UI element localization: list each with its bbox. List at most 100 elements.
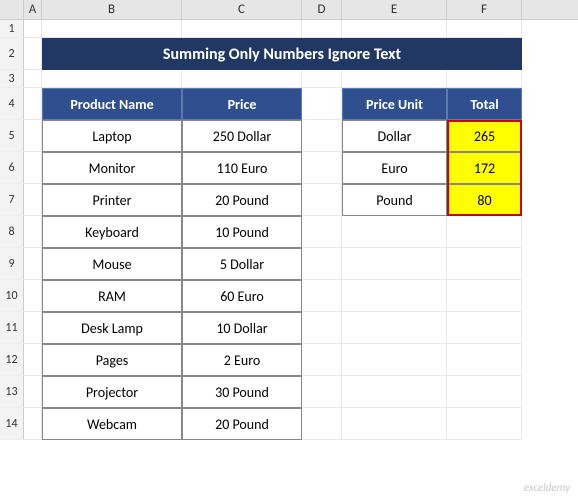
cell[interactable]: [302, 120, 342, 152]
cell[interactable]: [447, 248, 522, 280]
table-cell[interactable]: RAM: [42, 280, 182, 312]
col-header-C[interactable]: C: [182, 0, 302, 19]
table2-header-unit[interactable]: Price Unit: [342, 88, 447, 120]
cell[interactable]: [447, 70, 522, 88]
col-header-B[interactable]: B: [42, 0, 182, 19]
cell[interactable]: [302, 280, 342, 312]
cell[interactable]: [302, 184, 342, 216]
row-header-8[interactable]: 8: [0, 216, 24, 248]
total-cell[interactable]: 265: [447, 120, 522, 152]
col-header-E[interactable]: E: [342, 0, 447, 19]
cell[interactable]: [42, 70, 182, 88]
table-cell[interactable]: 2 Euro: [182, 344, 302, 376]
cell[interactable]: [42, 20, 182, 38]
cell[interactable]: [342, 344, 447, 376]
cell[interactable]: [342, 376, 447, 408]
row-header-1[interactable]: 1: [0, 20, 24, 38]
row-header-5[interactable]: 5: [0, 120, 24, 152]
cell[interactable]: [447, 408, 522, 440]
cell[interactable]: [24, 120, 42, 152]
row-header-9[interactable]: 9: [0, 248, 24, 280]
row-header-10[interactable]: 10: [0, 280, 24, 312]
cell[interactable]: [24, 408, 42, 440]
cell[interactable]: [24, 38, 42, 70]
table-cell[interactable]: Keyboard: [42, 216, 182, 248]
row-header-4[interactable]: 4: [0, 88, 24, 120]
cell[interactable]: [447, 344, 522, 376]
cell[interactable]: [302, 408, 342, 440]
cell[interactable]: [302, 344, 342, 376]
table-cell[interactable]: 250 Dollar: [182, 120, 302, 152]
row-header-7[interactable]: 7: [0, 184, 24, 216]
cell[interactable]: [447, 376, 522, 408]
cell[interactable]: [447, 20, 522, 38]
total-cell[interactable]: 172: [447, 152, 522, 184]
cell[interactable]: [24, 184, 42, 216]
cell[interactable]: [24, 88, 42, 120]
table-cell[interactable]: 30 Pound: [182, 376, 302, 408]
table-cell[interactable]: Pages: [42, 344, 182, 376]
table-cell[interactable]: Pound: [342, 184, 447, 216]
table-cell[interactable]: 10 Dollar: [182, 312, 302, 344]
table-cell[interactable]: 20 Pound: [182, 184, 302, 216]
page-title[interactable]: Summing Only Numbers Ignore Text: [42, 38, 522, 70]
corner-cell[interactable]: [0, 0, 24, 19]
cell[interactable]: [302, 376, 342, 408]
table-cell[interactable]: 10 Pound: [182, 216, 302, 248]
cell[interactable]: [24, 248, 42, 280]
total-cell[interactable]: 80: [447, 184, 522, 216]
cell[interactable]: [24, 376, 42, 408]
table1-header-price[interactable]: Price: [182, 88, 302, 120]
row-header-3[interactable]: 3: [0, 70, 24, 88]
table-cell[interactable]: Euro: [342, 152, 447, 184]
table-cell[interactable]: Monitor: [42, 152, 182, 184]
table-cell[interactable]: Printer: [42, 184, 182, 216]
cell[interactable]: [447, 216, 522, 248]
cell[interactable]: [302, 248, 342, 280]
cell[interactable]: [182, 20, 302, 38]
cell[interactable]: [342, 312, 447, 344]
row-header-6[interactable]: 6: [0, 152, 24, 184]
table-cell[interactable]: 110 Euro: [182, 152, 302, 184]
cell[interactable]: [24, 20, 42, 38]
cell[interactable]: [302, 70, 342, 88]
table-cell[interactable]: Dollar: [342, 120, 447, 152]
cell[interactable]: [342, 20, 447, 38]
table2-header-total[interactable]: Total: [447, 88, 522, 120]
cell[interactable]: [24, 344, 42, 376]
cell[interactable]: [182, 70, 302, 88]
cell[interactable]: [447, 312, 522, 344]
table-cell[interactable]: Webcam: [42, 408, 182, 440]
table-cell[interactable]: Projector: [42, 376, 182, 408]
cell[interactable]: [302, 216, 342, 248]
cell[interactable]: [342, 408, 447, 440]
col-header-F[interactable]: F: [447, 0, 522, 19]
row-header-11[interactable]: 11: [0, 312, 24, 344]
cell[interactable]: [342, 280, 447, 312]
cell[interactable]: [24, 152, 42, 184]
table-cell[interactable]: Laptop: [42, 120, 182, 152]
cell[interactable]: [302, 20, 342, 38]
cell[interactable]: [302, 152, 342, 184]
cell[interactable]: [447, 280, 522, 312]
table1-header-name[interactable]: Product Name: [42, 88, 182, 120]
row-header-13[interactable]: 13: [0, 376, 24, 408]
cell[interactable]: [342, 70, 447, 88]
cell[interactable]: [342, 216, 447, 248]
row-header-12[interactable]: 12: [0, 344, 24, 376]
col-header-D[interactable]: D: [302, 0, 342, 19]
cell[interactable]: [24, 70, 42, 88]
table-cell[interactable]: 60 Euro: [182, 280, 302, 312]
row-header-2[interactable]: 2: [0, 38, 24, 70]
table-cell[interactable]: 20 Pound: [182, 408, 302, 440]
table-cell[interactable]: 5 Dollar: [182, 248, 302, 280]
cell[interactable]: [24, 280, 42, 312]
cell[interactable]: [302, 88, 342, 120]
cell[interactable]: [342, 248, 447, 280]
row-header-14[interactable]: 14: [0, 408, 24, 440]
col-header-A[interactable]: A: [24, 0, 42, 19]
table-cell[interactable]: Mouse: [42, 248, 182, 280]
cell[interactable]: [302, 312, 342, 344]
cell[interactable]: [24, 216, 42, 248]
cell[interactable]: [24, 312, 42, 344]
